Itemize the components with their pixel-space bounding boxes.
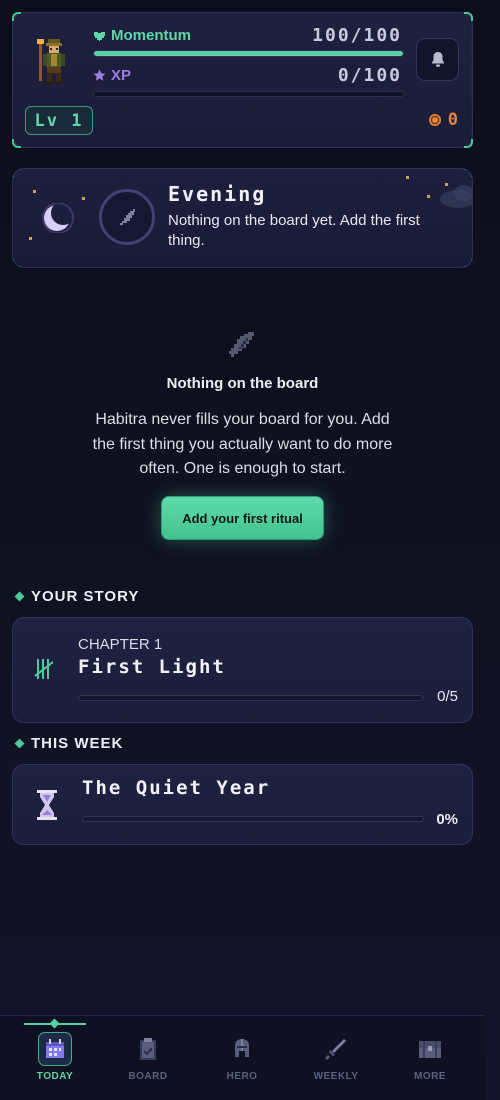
heart-icon bbox=[94, 31, 105, 41]
coin-icon bbox=[428, 114, 441, 126]
star-decoration bbox=[82, 197, 85, 200]
hero-status-card: Momentum 100/100 XP 0/100 Lv 1 0 bbox=[12, 12, 473, 148]
nav-tab-weekly[interactable]: WEEKLY bbox=[289, 1016, 383, 1100]
nav-label: WEEKLY bbox=[313, 1071, 359, 1082]
bell-icon bbox=[431, 52, 444, 67]
nav-label: TODAY bbox=[36, 1071, 74, 1082]
momentum-bar-fill bbox=[94, 51, 403, 56]
time-of-day-card: Evening Nothing on the board yet. Add th… bbox=[12, 168, 473, 268]
xp-value: 0/100 bbox=[337, 65, 402, 86]
time-ring bbox=[99, 189, 155, 245]
chapter-progress-count: 0/5 bbox=[437, 688, 458, 705]
hourglass-icon bbox=[37, 790, 57, 820]
helmet-icon bbox=[225, 1032, 259, 1066]
this-week-header: THIS WEEK bbox=[14, 735, 123, 752]
nav-label: MORE bbox=[414, 1071, 446, 1082]
momentum-label: Momentum bbox=[93, 27, 191, 44]
chapter-title: First Light bbox=[78, 656, 226, 678]
xp-label: XP bbox=[93, 67, 131, 84]
coin-count: 0 bbox=[447, 110, 460, 130]
star-decoration bbox=[29, 237, 32, 240]
momentum-value: 100/100 bbox=[312, 25, 402, 46]
nav-label: HERO bbox=[226, 1071, 258, 1082]
hero-avatar[interactable] bbox=[35, 37, 73, 85]
chest-icon bbox=[413, 1032, 447, 1066]
weekly-card[interactable]: The Quiet Year 0% bbox=[12, 764, 473, 845]
notifications-button[interactable] bbox=[416, 38, 459, 81]
coin-counter: 0 bbox=[428, 110, 460, 130]
empty-state-description: Habitra never fills your board for you. … bbox=[92, 411, 393, 477]
chapter-progress-bar bbox=[78, 695, 423, 701]
star-icon bbox=[93, 69, 106, 81]
card-corner-accent bbox=[13, 169, 21, 177]
chapter-label: CHAPTER 1 bbox=[78, 636, 163, 653]
weekly-title: The Quiet Year bbox=[82, 777, 271, 799]
time-of-day-description: Nothing on the board yet. Add the first … bbox=[168, 212, 420, 249]
weekly-progress-percent: 0% bbox=[436, 811, 458, 828]
nav-tab-more[interactable]: MORE bbox=[383, 1016, 477, 1100]
feather-icon bbox=[120, 209, 135, 225]
card-corner-accent bbox=[464, 169, 472, 177]
card-corner-accent bbox=[464, 259, 472, 267]
star-decoration bbox=[33, 190, 36, 193]
your-story-header: YOUR STORY bbox=[14, 588, 139, 605]
cloud-icon bbox=[440, 185, 472, 208]
level-badge: Lv 1 bbox=[25, 106, 93, 135]
card-corner-accent bbox=[464, 139, 473, 148]
weekly-progress-bar bbox=[82, 816, 424, 822]
nav-tab-hero[interactable]: HERO bbox=[195, 1016, 289, 1100]
story-chapter-card[interactable]: CHAPTER 1 First Light 0/5 bbox=[12, 617, 473, 723]
add-first-ritual-button[interactable]: Add your first ritual bbox=[161, 496, 324, 540]
nav-tab-today[interactable]: TODAY bbox=[8, 1016, 102, 1100]
time-of-day-title: Evening bbox=[168, 182, 267, 206]
diamond-bullet-icon bbox=[14, 738, 25, 749]
bottom-navigation: TODAY BOARD HERO WEEKLY MORE bbox=[0, 1015, 485, 1100]
momentum-bar bbox=[93, 50, 404, 57]
card-corner-accent bbox=[13, 259, 21, 267]
calendar-icon bbox=[38, 1032, 72, 1066]
diamond-bullet-icon bbox=[14, 591, 25, 602]
clipboard-icon bbox=[131, 1032, 165, 1066]
tally-marks-icon bbox=[34, 659, 54, 679]
card-corner-accent bbox=[464, 12, 473, 21]
feather-icon bbox=[229, 332, 254, 357]
card-corner-accent bbox=[12, 139, 21, 148]
sword-icon bbox=[319, 1032, 353, 1066]
nav-label: BOARD bbox=[128, 1071, 168, 1082]
moon-icon bbox=[42, 203, 75, 233]
empty-state-title: Nothing on the board bbox=[166, 375, 319, 392]
star-decoration bbox=[427, 195, 430, 198]
card-corner-accent bbox=[12, 12, 21, 21]
star-decoration bbox=[406, 176, 409, 179]
xp-bar bbox=[93, 91, 404, 97]
nav-tab-board[interactable]: BOARD bbox=[101, 1016, 195, 1100]
